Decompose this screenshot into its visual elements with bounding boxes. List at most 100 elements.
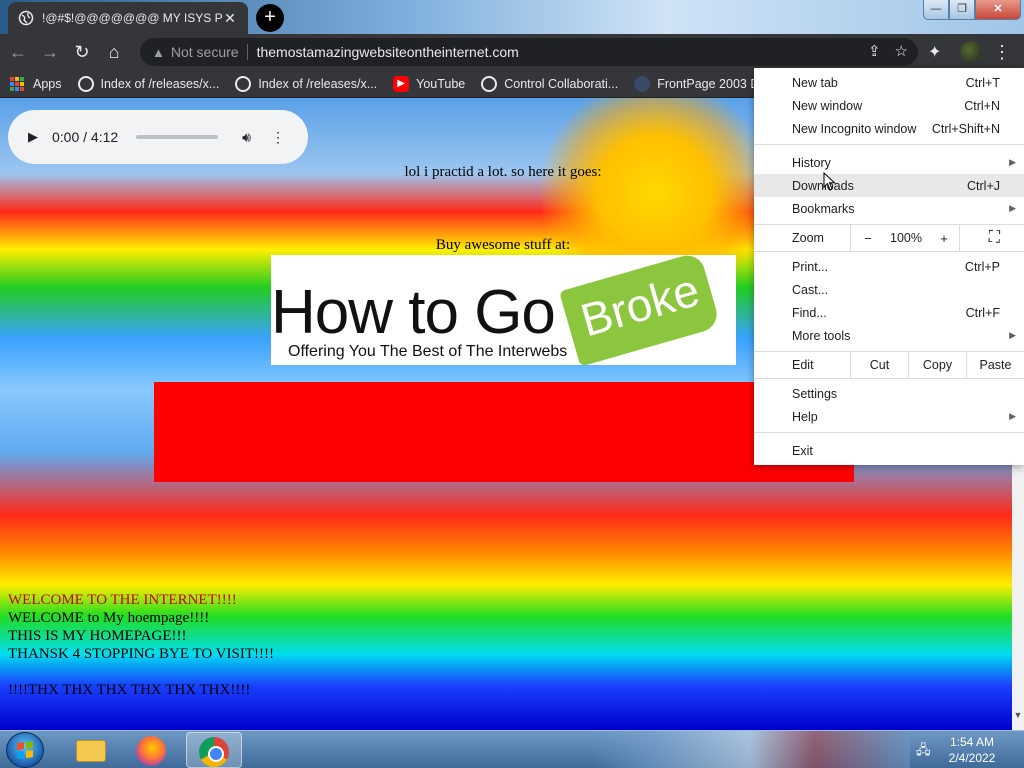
menu-item-downloads[interactable]: Downloads Ctrl+J (754, 174, 1024, 197)
tab-title: !@#$!@@@@@@@ MY ISYS PF (42, 11, 222, 25)
menu-separator (754, 251, 1024, 252)
bookmark-label: YouTube (416, 76, 466, 91)
youtube-icon: ▶ (393, 75, 410, 92)
menu-separator (754, 378, 1024, 379)
profile-avatar[interactable] (960, 41, 982, 63)
audio-player[interactable]: ▶ 0:00 / 4:12 🔊︎ ⋮ (8, 110, 308, 164)
menu-item-more-tools[interactable]: More tools ▶ (754, 324, 1024, 347)
warning-icon[interactable]: ▲ (152, 45, 165, 60)
menu-item-print[interactable]: Print... Ctrl+P (754, 255, 1024, 278)
star-icon[interactable]: ☆ (895, 43, 908, 60)
menu-shortcut: Ctrl+F (965, 305, 1000, 320)
welcome-line: WELCOME TO THE INTERNET!!!! (8, 592, 237, 608)
menu-label: Exit (792, 443, 813, 458)
submenu-arrow-icon: ▶ (1009, 157, 1016, 167)
reload-icon[interactable]: ↻ (68, 38, 96, 66)
menu-item-history[interactable]: History ▶ (754, 151, 1024, 174)
menu-item-help[interactable]: Help ▶ (754, 405, 1024, 428)
menu-shortcut: Ctrl+T (965, 75, 1000, 90)
globe-icon (18, 10, 34, 26)
apps-grid-icon (10, 76, 24, 91)
menu-item-settings[interactable]: Settings (754, 382, 1024, 405)
volume-icon[interactable]: 🔊︎ (242, 129, 251, 146)
paste-button[interactable]: Paste (966, 352, 1024, 378)
audio-time: 0:00 / 4:12 (52, 129, 119, 145)
scroll-down-arrow[interactable]: ▼ (1012, 710, 1024, 726)
home-icon[interactable]: ⌂ (100, 38, 128, 66)
menu-separator (754, 144, 1024, 145)
audio-more-icon[interactable]: ⋮ (271, 129, 285, 146)
welcome-line (8, 663, 274, 681)
audio-progress-slider[interactable] (136, 135, 219, 139)
share-icon[interactable]: ⇪ (868, 43, 881, 60)
menu-label: Help (792, 409, 818, 424)
menu-shortcut: Ctrl+N (964, 98, 1000, 113)
menu-item-find[interactable]: Find... Ctrl+F (754, 301, 1024, 324)
menu-label: Cast... (792, 282, 829, 297)
submenu-arrow-icon: ▶ (1009, 203, 1016, 213)
menu-label: New window (792, 98, 863, 113)
window-close-button[interactable]: ✕ (975, 0, 1021, 20)
taskbar-clock[interactable]: 1:54 AM 2/4/2022 (936, 734, 1008, 766)
menu-item-new-window[interactable]: New window Ctrl+N (754, 94, 1024, 117)
red-block (154, 382, 854, 482)
zoom-label: Zoom (792, 231, 824, 245)
menu-item-new-tab[interactable]: New tab Ctrl+T (754, 71, 1024, 94)
menu-separator (754, 432, 1024, 433)
bookmark-label: Control Collaborati... (504, 76, 619, 91)
welcome-line: THIS IS MY HOMEPAGE!!! (8, 628, 187, 644)
chrome-main-menu: New tab Ctrl+T New window Ctrl+N New Inc… (754, 68, 1024, 465)
menu-label: Bookmarks (792, 201, 855, 216)
new-tab-button[interactable]: + (256, 4, 284, 32)
not-secure-label[interactable]: Not secure (171, 44, 248, 60)
banner-tag-text: Broke (575, 263, 705, 347)
address-bar[interactable]: ▲ Not secure themostamazingwebsiteonthei… (140, 38, 918, 66)
omnibox-actions: ⇪ ☆ (854, 42, 908, 60)
menu-item-bookmarks[interactable]: Bookmarks ▶ (754, 197, 1024, 220)
minimize-button[interactable]: — (923, 0, 949, 20)
banner-subtitle: Offering You The Best of The Interwebs (288, 343, 568, 360)
cut-button[interactable]: Cut (850, 352, 908, 378)
url-text[interactable]: themostamazingwebsiteontheinternet.com (257, 44, 519, 60)
taskbar-chrome[interactable] (186, 732, 242, 768)
back-icon[interactable]: ← (4, 38, 32, 66)
title-bar: !@#$!@@@@@@@ MY ISYS PF ✕ + — ❐ ✕ (0, 0, 1024, 34)
extensions-icon[interactable]: ✦ (928, 42, 941, 62)
bookmark-index-2[interactable]: Index of /releases/x... (235, 75, 378, 92)
kebab-menu-icon[interactable]: ⋮ (992, 40, 1012, 64)
chrome-icon (199, 737, 229, 767)
bookmark-label: Index of /releases/x... (258, 76, 378, 91)
forward-icon[interactable]: → (36, 38, 64, 66)
play-icon[interactable]: ▶ (28, 129, 38, 145)
start-button[interactable] (6, 732, 44, 768)
menu-item-exit[interactable]: Exit (754, 439, 1024, 462)
price-tag-graphic: Broke (559, 255, 721, 365)
windows-taskbar: 🖧︎ 1:54 AM 2/4/2022 (0, 730, 1024, 768)
desktop-wallpaper-peek (590, 731, 910, 768)
menu-item-cast[interactable]: Cast... (754, 278, 1024, 301)
bookmark-label: Apps (33, 76, 62, 91)
menu-shortcut: Ctrl+P (964, 259, 1000, 274)
welcome-line: WELCOME to My hoempage!!!! (8, 610, 210, 626)
menu-label: New Incognito window (792, 121, 917, 136)
copy-button[interactable]: Copy (908, 352, 966, 378)
menu-label: History (792, 155, 831, 170)
bookmark-index-1[interactable]: Index of /releases/x... (77, 75, 219, 92)
network-icon[interactable]: 🖧︎ (916, 741, 931, 763)
clock-time: 1:54 AM (949, 735, 995, 749)
mouse-cursor-icon (823, 172, 836, 191)
taskbar-file-explorer[interactable] (62, 732, 118, 768)
close-tab-icon[interactable]: ✕ (222, 10, 238, 27)
maximize-button[interactable]: ❐ (949, 0, 975, 20)
folder-icon (76, 740, 106, 762)
taskbar-firefox[interactable] (124, 732, 180, 768)
bookmark-youtube[interactable]: ▶ YouTube (393, 75, 466, 92)
fullscreen-icon[interactable]: ⛶ (989, 229, 1000, 247)
bookmark-control-collaboration[interactable]: Control Collaborati... (481, 75, 619, 92)
how-to-go-broke-banner[interactable]: How to Go Broke Offering You The Best of… (271, 255, 736, 365)
browser-tab[interactable]: !@#$!@@@@@@@ MY ISYS PF ✕ (8, 2, 248, 34)
bookmark-apps[interactable]: Apps (10, 76, 62, 91)
menu-item-incognito[interactable]: New Incognito window Ctrl+Shift+N (754, 117, 1024, 140)
frontpage-icon (634, 75, 651, 92)
menu-label: New tab (792, 75, 838, 90)
